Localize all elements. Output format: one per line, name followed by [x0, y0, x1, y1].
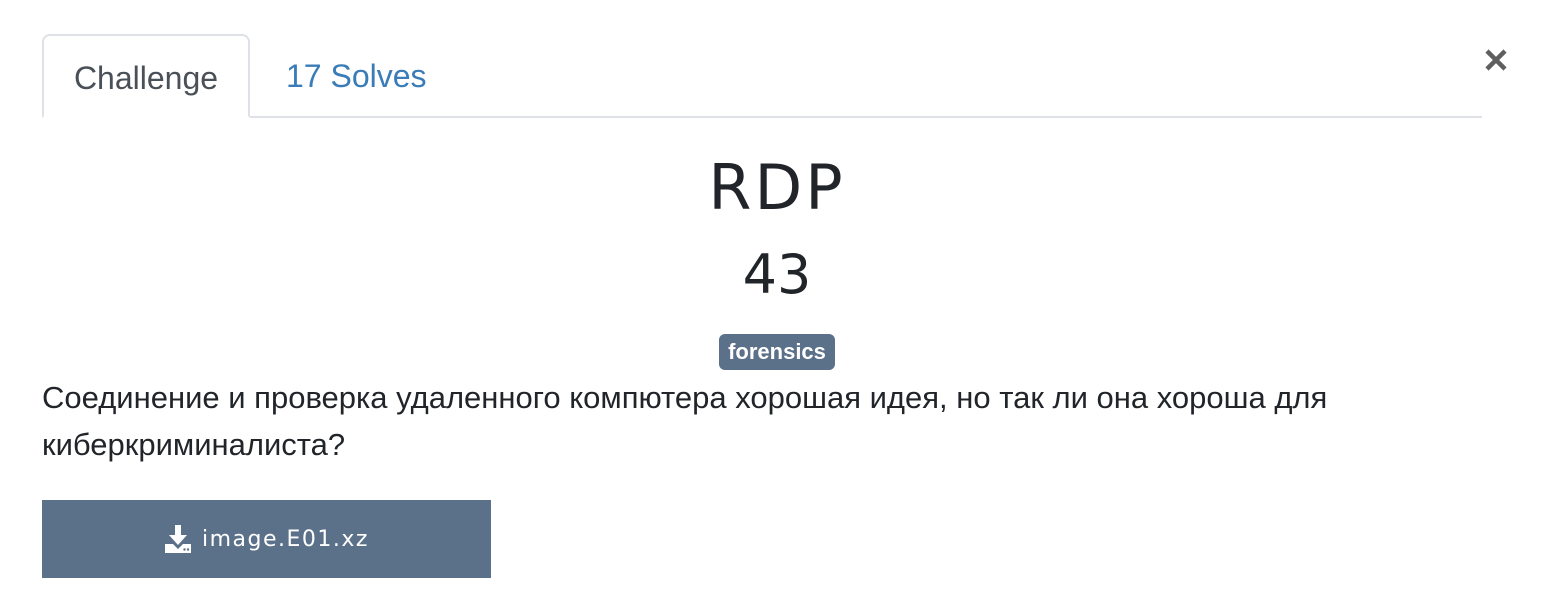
tab-bar: Challenge 17 Solves [42, 34, 1482, 118]
download-icon [164, 524, 192, 554]
category-badge: forensics [719, 334, 835, 370]
challenge-description: Соединение и проверка удаленного компюте… [42, 380, 1328, 462]
tab-challenge[interactable]: Challenge [42, 34, 250, 118]
file-name: image.E01.xz [202, 526, 369, 552]
close-icon [1485, 49, 1507, 71]
tab-solves[interactable]: 17 Solves [286, 34, 427, 118]
file-download-button[interactable]: image.E01.xz [42, 500, 491, 578]
close-button[interactable] [1474, 38, 1518, 82]
challenge-name: RDP [708, 151, 846, 224]
challenge-modal: Challenge 17 Solves RDP 43 forensics Сое… [0, 0, 1554, 602]
tag-container: forensics [0, 334, 1554, 370]
challenge-points: 43 [742, 243, 812, 306]
